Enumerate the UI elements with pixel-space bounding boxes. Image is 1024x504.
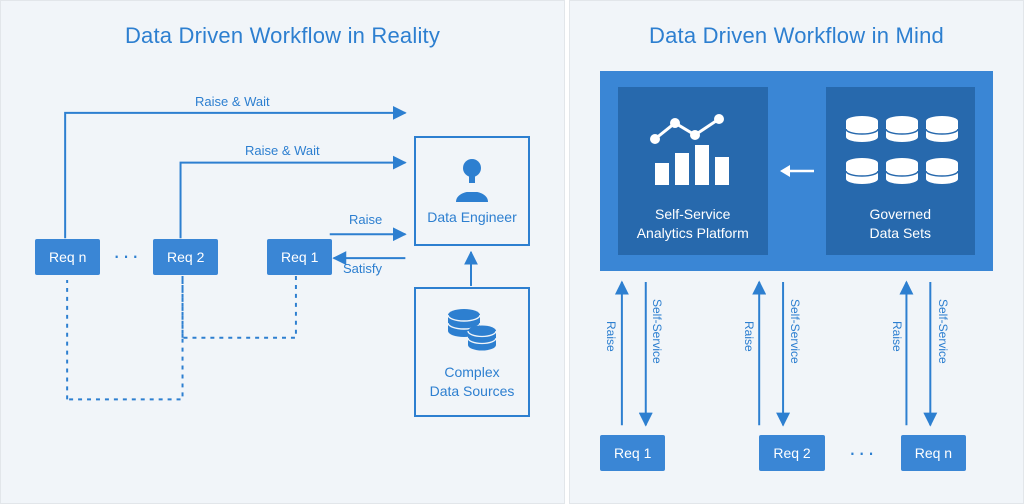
arena-left: Req n ··· Req 2 Req 1 Data Engineer [35, 91, 530, 469]
raise-label: Raise [349, 212, 382, 227]
raise-label-3: Raise [890, 321, 904, 352]
database-icon [444, 301, 500, 357]
ellipsis-left: ··· [113, 243, 141, 269]
engineer-label: Data Engineer [427, 208, 517, 227]
req-2-box: Req 2 [153, 239, 218, 275]
data-sources-box: Complex Data Sources [414, 287, 530, 417]
panel-in-mind: Data Driven Workflow in Mind [569, 0, 1024, 504]
diagram-container: Data Driven Workflow in Reality Req n ··… [0, 0, 1024, 504]
req-2-box-r: Req 2 [759, 435, 824, 471]
engineer-icon [450, 154, 494, 202]
panel-reality: Data Driven Workflow in Reality Req n ··… [0, 0, 565, 504]
self-service-label-1: Self-Service [650, 299, 664, 364]
platform-box: Self-Service Analytics Platform [600, 71, 993, 271]
analytics-icon [626, 97, 760, 205]
self-service-label-2: Self-Service [788, 299, 802, 364]
req-1-box-r: Req 1 [600, 435, 665, 471]
data-engineer-box: Data Engineer [414, 136, 530, 246]
raise-wait-label-1: Raise & Wait [195, 94, 270, 109]
analytics-platform-card: Self-Service Analytics Platform [618, 87, 768, 255]
req-n-box: Req n [35, 239, 100, 275]
sources-label: Complex Data Sources [430, 363, 515, 401]
arena-right: Self-Service Analytics Platform [600, 71, 993, 473]
datasets-label: Governed Data Sets [870, 205, 931, 243]
raise-wait-label-2: Raise & Wait [245, 143, 320, 158]
req-row-right: Req 1 Req 2 ··· Req n [600, 433, 993, 473]
datasets-card: Governed Data Sets [826, 87, 976, 255]
raise-label-2: Raise [742, 321, 756, 352]
req-n-box-r: Req n [901, 435, 966, 471]
req-1-box: Req 1 [267, 239, 332, 275]
ellipsis-right: ··· [849, 440, 877, 466]
satisfy-label: Satisfy [343, 261, 382, 276]
datasets-icon [834, 97, 968, 205]
self-service-label-3: Self-Service [936, 299, 950, 364]
raise-label-1: Raise [604, 321, 618, 352]
analytics-label: Self-Service Analytics Platform [637, 205, 749, 243]
platform-arrow [780, 161, 814, 181]
panel-title-mind: Data Driven Workflow in Mind [570, 23, 1023, 49]
panel-title-reality: Data Driven Workflow in Reality [1, 23, 564, 49]
